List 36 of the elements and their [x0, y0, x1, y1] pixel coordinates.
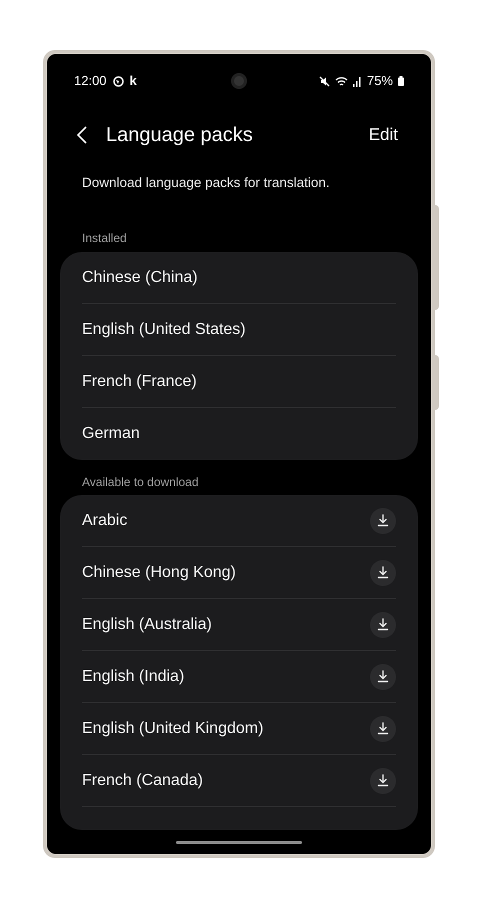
language-name: Chinese (Hong Kong)	[82, 562, 236, 582]
download-button[interactable]	[370, 612, 396, 638]
mute-icon	[318, 76, 330, 86]
language-name: English (United Kingdom)	[82, 718, 264, 738]
language-name: Arabic	[82, 510, 128, 530]
app-glyph: k	[130, 72, 137, 90]
wifi-icon	[334, 76, 348, 86]
download-button[interactable]	[370, 716, 396, 742]
download-icon	[377, 722, 389, 735]
download-button[interactable]	[370, 560, 396, 586]
language-name: French (Canada)	[82, 770, 203, 790]
language-name: Chinese (China)	[82, 268, 198, 288]
download-button[interactable]	[370, 508, 396, 534]
language-name: German	[82, 424, 140, 444]
section-label: Available to download	[81, 474, 200, 491]
download-icon	[377, 566, 389, 579]
language-name: English (Australia)	[82, 614, 212, 634]
download-icon	[377, 774, 389, 787]
language-name: English (India)	[82, 666, 184, 686]
download-button[interactable]	[370, 768, 396, 794]
language-name: English (United States)	[82, 320, 246, 340]
page-title: Language packs	[106, 123, 253, 148]
battery-level: 75%	[366, 72, 393, 90]
download-button[interactable]	[370, 664, 396, 690]
download-icon	[377, 670, 389, 683]
signal-icon	[352, 76, 362, 86]
download-icon	[377, 514, 389, 527]
description: Download language packs for translation.	[81, 174, 331, 192]
language-name: French (France)	[82, 372, 197, 392]
battery-icon	[398, 76, 404, 86]
status-time: 12:00	[74, 72, 107, 90]
edit-button[interactable]: Edit	[368, 122, 398, 148]
back-icon	[77, 126, 87, 144]
section-label: Installed	[81, 230, 128, 247]
download-icon	[377, 618, 389, 631]
camera-icon	[231, 73, 247, 89]
